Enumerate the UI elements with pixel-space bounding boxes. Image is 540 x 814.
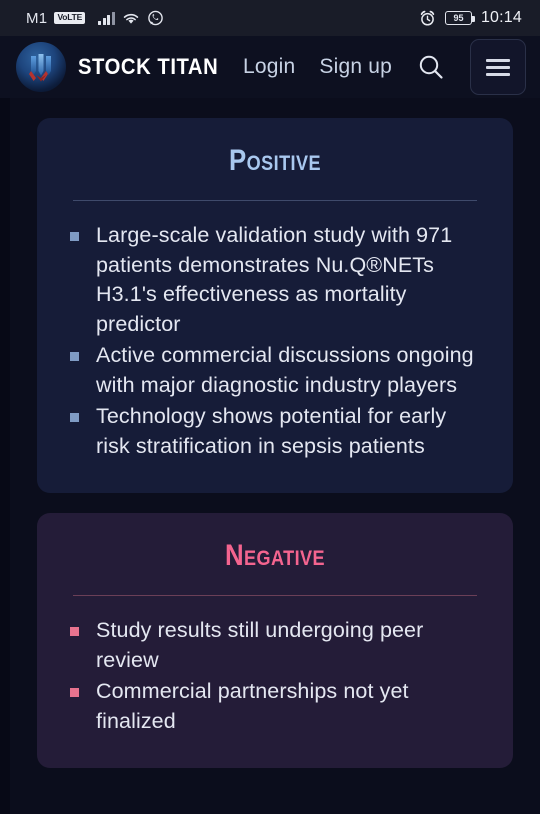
volte-badge: VoLTE <box>54 12 86 24</box>
battery-percent: 95 <box>453 12 464 23</box>
list-item: Study results still undergoing peer revi… <box>70 616 485 675</box>
phone-status-bar: M1 VoLTE 95 10:14 <box>0 0 540 36</box>
content-column: Positive Large-scale validation study wi… <box>10 98 540 768</box>
brand-home-link[interactable]: STOCK TITAN <box>16 42 230 92</box>
signal-bars-icon <box>98 11 115 25</box>
login-link[interactable]: Login <box>243 55 295 79</box>
whatsapp-icon <box>147 10 164 27</box>
left-gutter <box>0 98 10 814</box>
sentiment-card-negative: Negative Study results still undergoing … <box>37 513 513 768</box>
list-item: Active commercial discussions ongoing wi… <box>70 341 485 400</box>
list-item: Technology shows potential for early ris… <box>70 402 485 461</box>
search-icon[interactable] <box>416 52 446 82</box>
card-divider-negative <box>73 595 477 596</box>
brand-name: STOCK TITAN <box>78 54 219 79</box>
site-header: STOCK TITAN Login Sign up <box>0 36 540 98</box>
sentiment-card-positive: Positive Large-scale validation study wi… <box>37 118 513 493</box>
hamburger-menu-icon[interactable] <box>470 39 526 95</box>
header-nav: Login Sign up <box>243 39 526 95</box>
status-bar-right: 95 10:14 <box>419 9 522 27</box>
alarm-clock-icon <box>419 10 436 27</box>
negative-bullet-list: Study results still undergoing peer revi… <box>70 616 485 736</box>
status-bar-clock: 10:14 <box>480 9 522 26</box>
list-item: Commercial partnerships not yet finalize… <box>70 677 485 736</box>
card-title-positive: Positive <box>229 144 321 177</box>
card-title-negative: Negative <box>224 539 326 572</box>
list-item: Large-scale validation study with 971 pa… <box>70 221 485 339</box>
carrier-label: M1 <box>26 9 48 27</box>
signup-link[interactable]: Sign up <box>319 55 392 79</box>
battery-indicator: 95 <box>444 11 475 25</box>
status-bar-left: M1 VoLTE <box>26 10 164 27</box>
card-divider-positive <box>73 200 477 201</box>
positive-bullet-list: Large-scale validation study with 971 pa… <box>70 221 485 461</box>
page-body: Positive Large-scale validation study wi… <box>0 98 540 814</box>
stock-titan-logo-icon <box>16 42 66 92</box>
wifi-icon <box>122 11 140 25</box>
